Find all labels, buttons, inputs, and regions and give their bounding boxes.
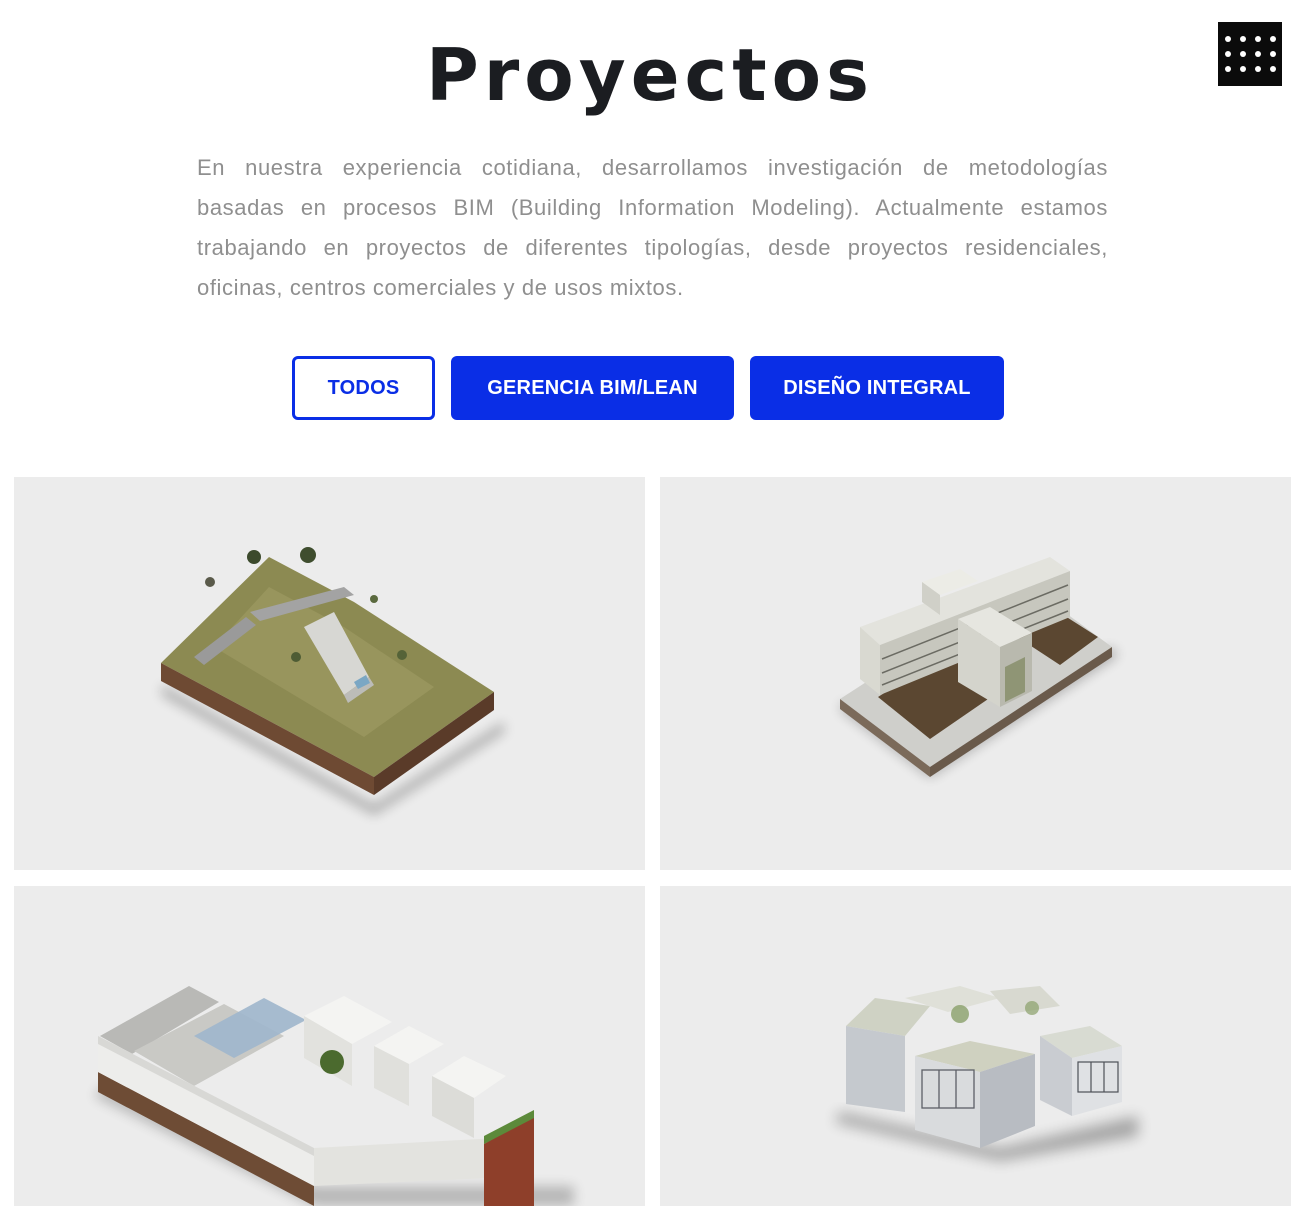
courtyard-apartment-block-model [840, 557, 1118, 777]
l-shaped-white-building-model [94, 986, 574, 1206]
filter-integral-design-button[interactable]: DISEÑO INTEGRAL [750, 356, 1004, 420]
project-card-glass-volumes[interactable] [660, 886, 1291, 1206]
project-filters: TODOS GERENCIA BIM/LEAN DISEÑO INTEGRAL [0, 356, 1300, 420]
project-card-l-building[interactable] [14, 886, 645, 1206]
hillside-terrain-house-model [161, 547, 504, 815]
page-title: Proyectos [426, 33, 874, 117]
project-card-apartments[interactable] [660, 477, 1291, 870]
filter-bim-lean-button[interactable]: GERENCIA BIM/LEAN [451, 356, 734, 420]
intro-paragraph: En nuestra experiencia cotidiana, desarr… [197, 155, 1108, 300]
clustered-glass-volumes-model [835, 986, 1138, 1161]
filter-all-button[interactable]: TODOS [292, 356, 435, 420]
project-card-hillside[interactable] [14, 477, 645, 870]
